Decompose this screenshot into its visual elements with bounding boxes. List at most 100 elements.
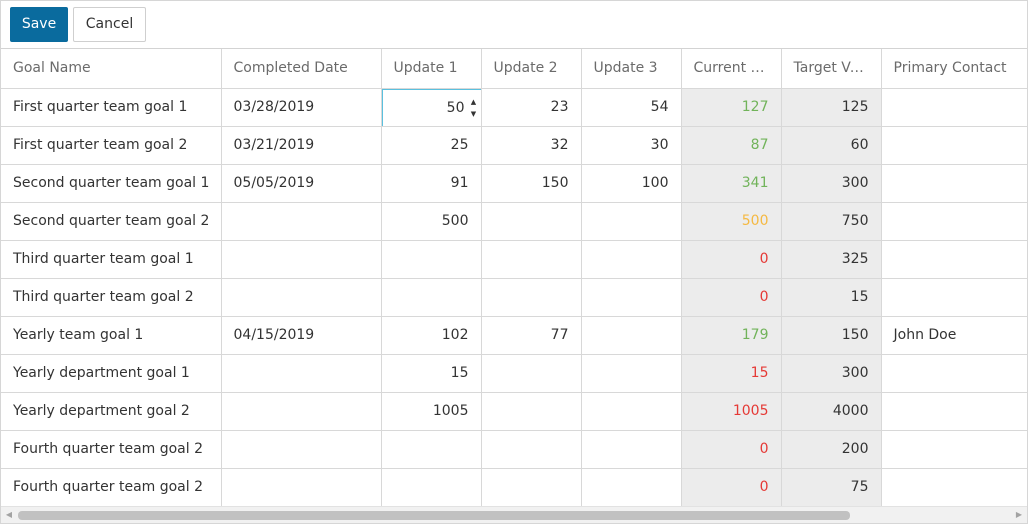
cell-primary-contact[interactable]	[881, 202, 1027, 241]
cell-primary-contact[interactable]	[881, 88, 1027, 127]
cell-current-total: 0	[681, 430, 782, 469]
cell-update-1[interactable]: 1005	[381, 392, 482, 431]
cell-goal-name[interactable]: Third quarter team goal 2	[1, 278, 222, 317]
cell-completed-date[interactable]	[221, 468, 382, 506]
cell-primary-contact[interactable]	[881, 430, 1027, 469]
cell-goal-name[interactable]: Third quarter team goal 1	[1, 240, 222, 279]
scrollbar-thumb[interactable]	[18, 511, 850, 520]
table-row: Yearly department goal 1 15 15 300	[1, 354, 1027, 393]
cell-goal-name[interactable]: Yearly department goal 2	[1, 392, 222, 431]
spin-up-icon[interactable]: ▲	[469, 97, 479, 107]
cell-update-2[interactable]	[481, 202, 582, 241]
cell-target-value: 150	[781, 316, 882, 355]
cell-update-1[interactable]: 102	[381, 316, 482, 355]
cell-update-1[interactable]: 500	[381, 202, 482, 241]
cell-update-3[interactable]: 100	[581, 164, 682, 203]
save-button[interactable]: Save	[10, 7, 68, 42]
cell-goal-name[interactable]: Yearly department goal 1	[1, 354, 222, 393]
cell-update-1[interactable]: 50 ▲ ▼	[381, 88, 482, 127]
column-header-goal-name[interactable]: Goal Name	[1, 49, 222, 89]
cell-target-value: 60	[781, 126, 882, 165]
cell-completed-date[interactable]	[221, 240, 382, 279]
cell-update-2[interactable]	[481, 430, 582, 469]
column-header-current-total[interactable]: Current T...	[681, 49, 782, 89]
cell-update-3[interactable]	[581, 354, 682, 393]
cell-current-total: 179	[681, 316, 782, 355]
cell-completed-date[interactable]: 04/15/2019	[221, 316, 382, 355]
cell-update-1[interactable]	[381, 240, 482, 279]
cell-update-2[interactable]: 150	[481, 164, 582, 203]
cell-update-3[interactable]	[581, 240, 682, 279]
column-header-update-2[interactable]: Update 2	[481, 49, 582, 89]
header-row: Goal Name Completed Date Update 1 Update…	[1, 49, 1027, 89]
cell-goal-name[interactable]: First quarter team goal 1	[1, 88, 222, 127]
cell-update-3[interactable]	[581, 316, 682, 355]
cell-completed-date[interactable]	[221, 354, 382, 393]
cell-goal-name[interactable]: Second quarter team goal 2	[1, 202, 222, 241]
cell-primary-contact[interactable]	[881, 392, 1027, 431]
cell-goal-name[interactable]: Second quarter team goal 1	[1, 164, 222, 203]
cell-update-2[interactable]	[481, 392, 582, 431]
column-header-primary-contact[interactable]: Primary Contact	[881, 49, 1027, 89]
cell-update-2[interactable]	[481, 240, 582, 279]
cell-update-2[interactable]: 23	[481, 88, 582, 127]
cell-update-2[interactable]	[481, 468, 582, 506]
table-row: First quarter team goal 1 03/28/2019 50 ▲ ▼ 2…	[1, 88, 1027, 127]
numeric-editor-input[interactable]: 50 ▲ ▼	[381, 88, 480, 125]
cell-target-value: 200	[781, 430, 882, 469]
cell-target-value: 300	[781, 164, 882, 203]
spin-down-icon[interactable]: ▼	[469, 109, 479, 119]
cell-update-1[interactable]: 91	[381, 164, 482, 203]
cell-update-1[interactable]	[381, 468, 482, 506]
cell-completed-date[interactable]: 03/28/2019	[221, 88, 382, 127]
cell-update-1[interactable]	[381, 278, 482, 317]
cell-completed-date[interactable]: 03/21/2019	[221, 126, 382, 165]
cell-primary-contact[interactable]: John Doe	[881, 316, 1027, 355]
cell-completed-date[interactable]	[221, 430, 382, 469]
cell-update-3[interactable]	[581, 468, 682, 506]
cell-goal-name[interactable]: Fourth quarter team goal 2	[1, 468, 222, 506]
table-row: Yearly team goal 1 04/15/2019 102 77 179 150 J…	[1, 316, 1027, 355]
cell-current-total: 1005	[681, 392, 782, 431]
cell-update-3[interactable]	[581, 202, 682, 241]
cell-goal-name[interactable]: Fourth quarter team goal 2	[1, 430, 222, 469]
cell-current-total: 341	[681, 164, 782, 203]
scroll-right-arrow-icon[interactable]: ▶	[1013, 509, 1025, 521]
cell-primary-contact[interactable]	[881, 354, 1027, 393]
cell-primary-contact[interactable]	[881, 164, 1027, 203]
cell-completed-date[interactable]	[221, 202, 382, 241]
column-header-update-3[interactable]: Update 3	[581, 49, 682, 89]
cell-update-2[interactable]	[481, 354, 582, 393]
cell-update-3[interactable]	[581, 392, 682, 431]
cell-update-2[interactable]: 77	[481, 316, 582, 355]
cell-update-1[interactable]: 15	[381, 354, 482, 393]
cell-goal-name[interactable]: Yearly team goal 1	[1, 316, 222, 355]
cell-goal-name[interactable]: First quarter team goal 2	[1, 126, 222, 165]
column-header-completed-date[interactable]: Completed Date	[221, 49, 382, 89]
cancel-button[interactable]: Cancel	[73, 7, 146, 42]
table-row: Yearly department goal 2 1005 1005 4000	[1, 392, 1027, 431]
cell-update-3[interactable]: 54	[581, 88, 682, 127]
cell-update-2[interactable]	[481, 278, 582, 317]
cell-current-total: 15	[681, 354, 782, 393]
column-header-target-value[interactable]: Target Va...	[781, 49, 882, 89]
cell-update-1[interactable]	[381, 430, 482, 469]
column-header-update-1[interactable]: Update 1	[381, 49, 482, 89]
cell-target-value: 125	[781, 88, 882, 127]
grid-body: First quarter team goal 1 03/28/2019 50 ▲ ▼ 2…	[1, 88, 1027, 506]
horizontal-scrollbar[interactable]: ◀ ▶	[1, 506, 1027, 523]
scroll-left-arrow-icon[interactable]: ◀	[3, 509, 15, 521]
cell-update-2[interactable]: 32	[481, 126, 582, 165]
cell-completed-date[interactable]: 05/05/2019	[221, 164, 382, 203]
cell-update-3[interactable]	[581, 430, 682, 469]
cell-completed-date[interactable]	[221, 278, 382, 317]
cell-update-1[interactable]: 25	[381, 126, 482, 165]
cell-update-3[interactable]	[581, 278, 682, 317]
cell-update-3[interactable]: 30	[581, 126, 682, 165]
cell-completed-date[interactable]	[221, 392, 382, 431]
cell-primary-contact[interactable]	[881, 468, 1027, 506]
cell-primary-contact[interactable]	[881, 278, 1027, 317]
cell-primary-contact[interactable]	[881, 126, 1027, 165]
cell-current-total: 0	[681, 278, 782, 317]
cell-primary-contact[interactable]	[881, 240, 1027, 279]
